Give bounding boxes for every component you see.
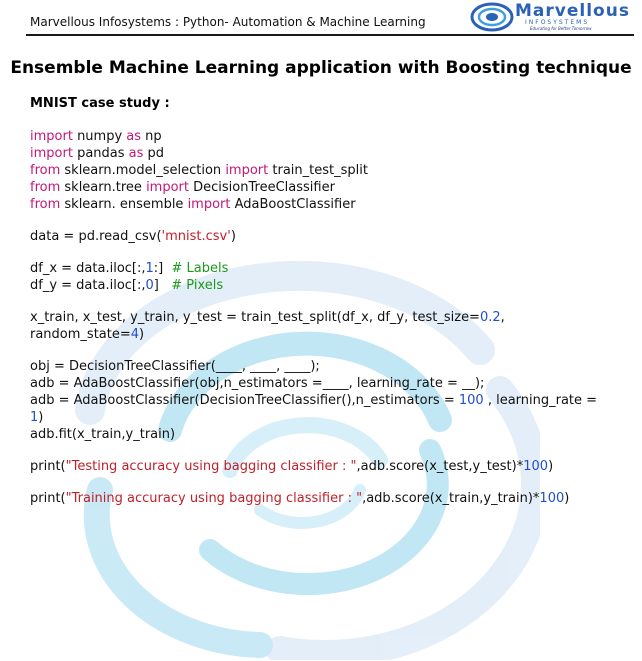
code-keyword: import xyxy=(187,197,231,212)
code-keyword: import xyxy=(30,129,73,144)
code-text: AdaBoostClassifier xyxy=(230,197,356,212)
swirl-logo-icon xyxy=(470,2,514,32)
page-header: Marvellous Infosystems : Python- Automat… xyxy=(0,0,642,40)
header-divider xyxy=(26,34,634,36)
logo-tagline: Educating for Better Tomorrow xyxy=(530,26,592,31)
code-number: 100 xyxy=(523,459,549,474)
code-number: 0.2 xyxy=(479,310,501,325)
code-line: from sklearn. ensemble import AdaBoostCl… xyxy=(30,196,630,213)
code-line: import pandas as pd xyxy=(30,145,630,162)
code-text: train_test_split xyxy=(268,163,368,178)
code-text: df_x = data.iloc[:, xyxy=(30,261,146,276)
code-text: DecisionTreeClassifier xyxy=(189,180,335,195)
case-study-heading: MNIST case study : xyxy=(30,96,170,111)
code-line: random_state=4) xyxy=(30,326,630,343)
code-line: adb = AdaBoostClassifier(DecisionTreeCla… xyxy=(30,392,630,409)
code-text: ) xyxy=(139,327,145,342)
code-spacer xyxy=(30,443,630,458)
code-string: "Testing accuracy using bagging classifi… xyxy=(65,459,357,474)
code-line: print("Testing accuracy using bagging cl… xyxy=(30,458,630,475)
code-string: 'mnist.csv' xyxy=(161,229,231,244)
code-text: sklearn.tree xyxy=(60,180,147,195)
code-number: 1 xyxy=(145,261,154,276)
code-comment: # Labels xyxy=(171,261,229,276)
code-block: import numpy as np import pandas as pd f… xyxy=(30,128,630,507)
code-text: print( xyxy=(30,459,66,474)
code-line: obj = DecisionTreeClassifier(____, ____,… xyxy=(30,359,320,374)
code-keyword: as xyxy=(128,146,144,161)
code-spacer xyxy=(30,245,630,260)
code-spacer xyxy=(30,213,630,228)
code-text: ) xyxy=(564,491,570,506)
code-number: 4 xyxy=(130,327,140,342)
code-text: ,adb.score(x_test,y_test)* xyxy=(356,459,524,474)
code-text: ] xyxy=(153,278,172,293)
code-text: adb = AdaBoostClassifier(DecisionTreeCla… xyxy=(30,393,459,408)
code-text: sklearn. ensemble xyxy=(60,197,188,212)
logo-name: Marvellous xyxy=(515,1,630,21)
code-line: from sklearn.tree import DecisionTreeCla… xyxy=(30,179,630,196)
code-spacer xyxy=(30,475,630,490)
code-string: "Training accuracy using bagging classif… xyxy=(65,491,363,506)
page-title: Ensemble Machine Learning application wi… xyxy=(10,58,632,78)
code-text: df_y = data.iloc[:, xyxy=(30,278,146,293)
code-keyword: import xyxy=(30,146,73,161)
code-line: data = pd.read_csv('mnist.csv') xyxy=(30,228,630,245)
code-text: x_train, x_test, y_train, y_test = train… xyxy=(30,310,480,325)
code-line: x_train, x_test, y_train, y_test = train… xyxy=(30,309,630,326)
code-text: , learning_rate = xyxy=(483,393,598,408)
code-text: print( xyxy=(30,491,66,506)
code-line: adb = AdaBoostClassifier(obj,n_estimator… xyxy=(30,376,485,391)
code-comment: # Pixels xyxy=(171,278,224,293)
code-spacer xyxy=(30,343,630,358)
code-text: sklearn.model_selection xyxy=(60,163,226,178)
code-spacer xyxy=(30,294,630,309)
code-keyword: from xyxy=(30,163,61,178)
code-number: 100 xyxy=(458,393,484,408)
code-text: ) xyxy=(230,229,236,244)
code-text: np xyxy=(141,129,162,144)
code-line: df_y = data.iloc[:,0] # Pixels xyxy=(30,277,630,294)
code-text: numpy xyxy=(72,129,127,144)
code-line: print("Training accuracy using bagging c… xyxy=(30,490,630,507)
code-text: random_state= xyxy=(30,327,131,342)
code-line: from sklearn.model_selection import trai… xyxy=(30,162,630,179)
header-course-title: Marvellous Infosystems : Python- Automat… xyxy=(30,15,426,29)
code-text: ) xyxy=(548,459,554,474)
code-line: df_x = data.iloc[:,1:] # Labels xyxy=(30,260,630,277)
code-number: 0 xyxy=(145,278,154,293)
code-keyword: import xyxy=(146,180,189,195)
code-line: 1) xyxy=(30,409,630,426)
code-text: :] xyxy=(153,261,172,276)
code-text: , xyxy=(500,310,505,325)
code-keyword: import xyxy=(225,163,269,178)
code-keyword: from xyxy=(30,197,61,212)
code-text: data = pd.read_csv( xyxy=(30,229,162,244)
code-number: 100 xyxy=(539,491,565,506)
code-text: ) xyxy=(38,410,44,425)
code-keyword: from xyxy=(30,180,61,195)
code-line: import numpy as np xyxy=(30,128,630,145)
code-text: pandas xyxy=(72,146,129,161)
code-line: adb.fit(x_train,y_train) xyxy=(30,427,176,442)
code-keyword: as xyxy=(126,129,142,144)
brand-logo: Marvellous INFOSYSTEMS Educating for Bet… xyxy=(470,1,634,32)
code-text: ,adb.score(x_train,y_train)* xyxy=(362,491,540,506)
logo-subtitle: INFOSYSTEMS xyxy=(525,19,590,26)
code-text: pd xyxy=(143,146,165,161)
